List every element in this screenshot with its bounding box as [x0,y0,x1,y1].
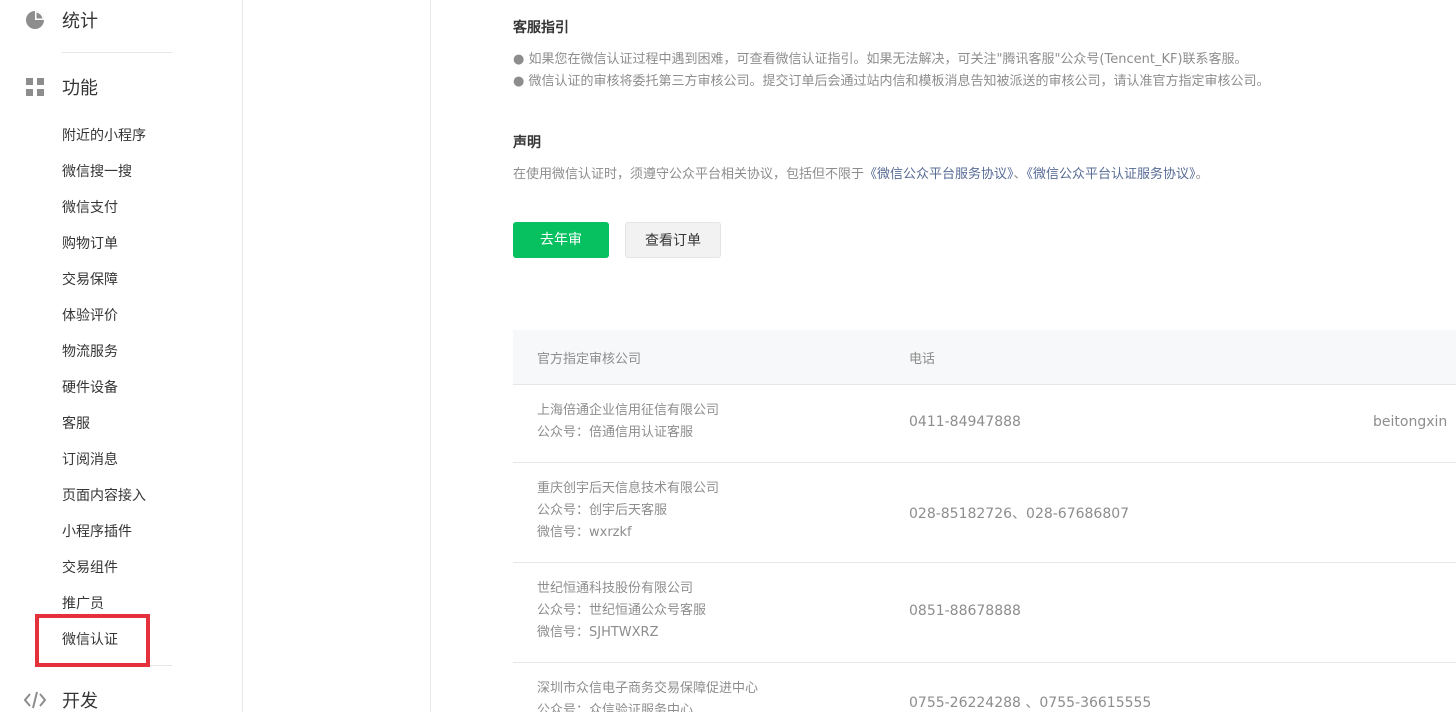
company-account: 公众号：倍通信用认证客服 [537,425,694,440]
sidebar-section-label: 功能 [62,78,98,99]
company-account: 公众号：世纪恒通公众号客服 [537,603,707,618]
company-cell: 世纪恒通科技股份有限公司 公众号：世纪恒通公众号客服 微信号：SJHTWXRZ [537,578,706,644]
highlight-box [35,614,150,667]
extra-cell: beitongxin [1373,414,1448,430]
sidebar-item-promoter[interactable]: 推广员 [62,594,104,614]
company-name: 上海倍通企业信用征信有限公司 [537,403,720,418]
table-row: 重庆创宇后天信息技术有限公司 公众号：创宇后天客服 微信号：wxrzkf 028… [513,463,1456,563]
guide-title: 客服指引 [513,20,569,36]
annual-review-button[interactable]: 去年审 [513,222,609,258]
sidebar: 统计 功能 附近的小程序 微信搜一搜 微信支付 购物订单 交易保障 体验评价 物… [0,0,243,712]
guide-line-1: ● 如果您在微信认证过程中遇到困难，可查看微信认证指引。如果无法解决，可关注"腾… [513,52,1248,67]
sidebar-item-shopping-orders[interactable]: 购物订单 [62,234,118,254]
company-name: 重庆创宇后天信息技术有限公司 [537,481,720,496]
platform-service-agreement-link[interactable]: 《微信公众平台服务协议》 [864,167,1014,182]
code-icon [24,689,46,711]
sidebar-item-nearby-miniprogram[interactable]: 附近的小程序 [62,126,146,146]
statement-text: 在使用微信认证时，须遵守公众平台相关协议，包括但不限于《微信公众平台服务协议》、… [513,163,1209,182]
column-header-phone: 电话 [909,352,936,367]
phone-cell: 0755-26224288 、0755-36615555 [909,695,1152,711]
sidebar-item-logistics[interactable]: 物流服务 [62,342,118,362]
table-row: 上海倍通企业信用征信有限公司 公众号：倍通信用认证客服 0411-8494788… [513,385,1456,463]
phone-cell: 0851-88678888 [909,603,1021,619]
sidebar-item-trade-guarantee[interactable]: 交易保障 [62,270,118,290]
sidebar-section-label: 开发 [62,691,98,712]
sidebar-item-trade-components[interactable]: 交易组件 [62,558,118,578]
sidebar-item-wechat-pay[interactable]: 微信支付 [62,198,118,218]
sidebar-item-customer-service[interactable]: 客服 [62,414,90,434]
review-companies-table: 官方指定审核公司 电话 上海倍通企业信用征信有限公司 公众号：倍通信用认证客服 … [513,330,1456,712]
pie-chart-icon [24,9,46,31]
statement-suffix: 。 [1195,167,1209,182]
table-header: 官方指定审核公司 电话 [513,330,1456,385]
sidebar-section-features[interactable]: 功能 [24,72,98,102]
gutter-panel [243,0,431,712]
divider [150,665,172,666]
phone-cell: 0411-84947888 [909,414,1021,430]
main-content: 客服指引 ● 如果您在微信认证过程中遇到困难，可查看微信认证指引。如果无法解决，… [431,0,1456,712]
table-row: 世纪恒通科技股份有限公司 公众号：世纪恒通公众号客服 微信号：SJHTWXRZ … [513,563,1456,663]
sidebar-item-wechat-search[interactable]: 微信搜一搜 [62,162,132,182]
company-cell: 深圳市众信电子商务交易保障促进中心 公众号：众信验证服务中心 [537,678,758,712]
company-cell: 上海倍通企业信用征信有限公司 公众号：倍通信用认证客服 [537,400,719,444]
statement-separator: 、 [1013,167,1027,182]
grid-icon [24,76,46,98]
divider [62,52,172,53]
sidebar-section-label: 统计 [62,11,98,32]
column-header-company: 官方指定审核公司 [537,352,642,367]
company-wechat: 微信号：wxrzkf [537,525,632,540]
company-name: 世纪恒通科技股份有限公司 [537,581,694,596]
company-account: 公众号：创宇后天客服 [537,503,668,518]
sidebar-section-dev[interactable]: 开发 [24,685,98,715]
company-account: 公众号：众信验证服务中心 [537,703,694,712]
verification-service-agreement-link[interactable]: 《微信公众平台认证服务协议》 [1027,167,1196,182]
view-orders-button[interactable]: 查看订单 [625,222,721,258]
phone-cell: 028-85182726、028-67686807 [909,506,1130,522]
company-name: 深圳市众信电子商务交易保障促进中心 [537,681,759,696]
sidebar-section-stats[interactable]: 统计 [24,5,98,35]
company-wechat: 微信号：SJHTWXRZ [537,625,659,640]
guide-line-2: ● 微信认证的审核将委托第三方审核公司。提交订单后会通过站内信和模板消息告知被派… [513,74,1270,89]
sidebar-item-subscribe-messages[interactable]: 订阅消息 [62,450,118,470]
sidebar-item-experience-rating[interactable]: 体验评价 [62,306,118,326]
sidebar-item-page-content[interactable]: 页面内容接入 [62,486,146,506]
table-row: 深圳市众信电子商务交易保障促进中心 公众号：众信验证服务中心 0755-2622… [513,663,1456,712]
statement-prefix: 在使用微信认证时，须遵守公众平台相关协议，包括但不限于 [513,167,865,182]
company-cell: 重庆创宇后天信息技术有限公司 公众号：创宇后天客服 微信号：wxrzkf [537,478,719,544]
statement-title: 声明 [513,135,541,151]
sidebar-item-plugins[interactable]: 小程序插件 [62,522,132,542]
sidebar-item-hardware[interactable]: 硬件设备 [62,378,118,398]
